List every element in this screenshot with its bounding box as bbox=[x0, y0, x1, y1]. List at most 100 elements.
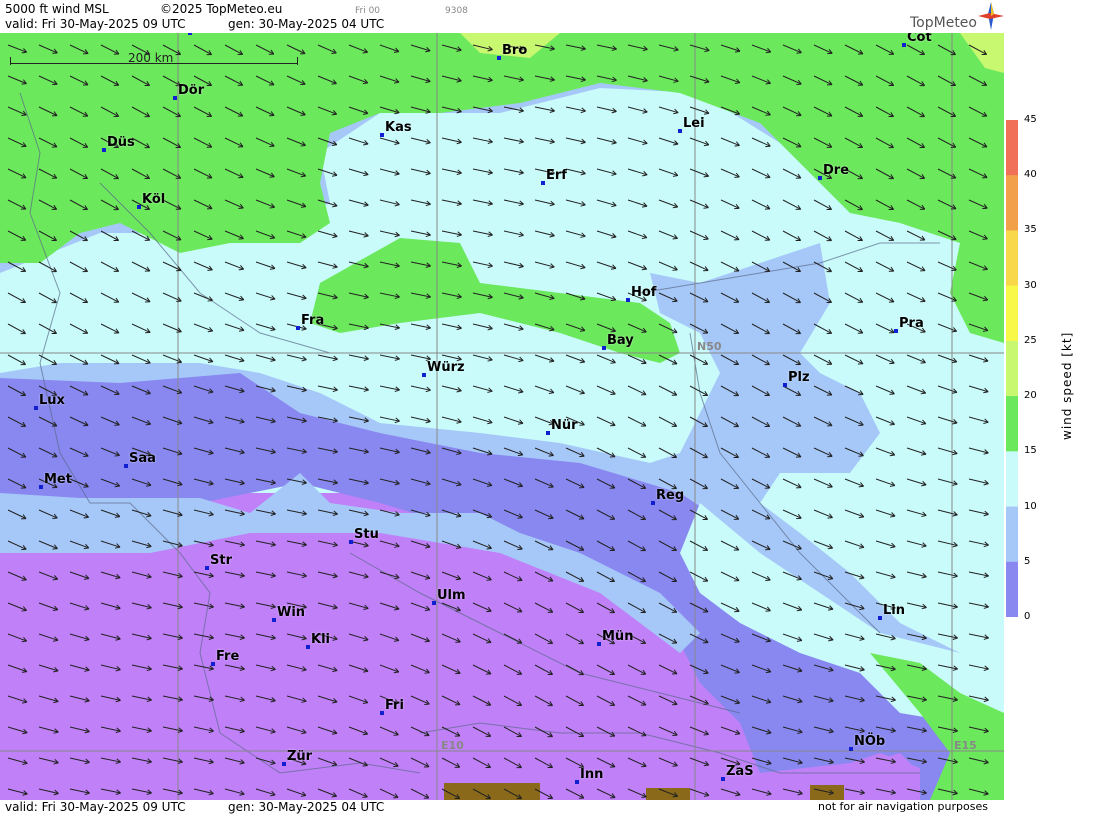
city-marker-fre bbox=[211, 662, 215, 666]
city-marker-pra bbox=[894, 329, 898, 333]
city-marker-fra bbox=[296, 326, 300, 330]
legend-swatch-35 bbox=[1006, 230, 1018, 287]
city-marker-wur bbox=[422, 373, 426, 377]
city-label-zas: ZaS bbox=[726, 764, 754, 779]
city-label-zur: Zür bbox=[287, 749, 313, 764]
city-marker-dre bbox=[818, 176, 822, 180]
city-marker-bro bbox=[497, 56, 501, 60]
city-label-bay: Bay bbox=[607, 333, 634, 348]
city-marker-kas bbox=[380, 133, 384, 137]
valid-time: valid: Fri 30-May-2025 09 UTC bbox=[5, 17, 186, 31]
wind-map[interactable]: 200 km N50 E10 E15 Mün Bro Cot Dör Kas Lei Düs… bbox=[0, 33, 1004, 800]
code-label: 9308 bbox=[445, 6, 468, 16]
legend-tick-10: 10 bbox=[1024, 500, 1037, 512]
city-label-cot: Cot bbox=[907, 33, 932, 45]
city-marker-mun bbox=[597, 642, 601, 646]
city-label-kas: Kas bbox=[385, 120, 412, 135]
wind-field-svg bbox=[0, 33, 1004, 800]
grid-label-n50: N50 bbox=[697, 340, 722, 353]
city-marker-erf bbox=[541, 181, 545, 185]
compass-logo-icon bbox=[978, 2, 1004, 30]
city-label-dus: Düs bbox=[107, 135, 135, 150]
legend-tick-25: 25 bbox=[1024, 334, 1037, 346]
city-marker-lei bbox=[678, 129, 682, 133]
legend-tick-0: 0 bbox=[1024, 611, 1031, 622]
city-marker-stu bbox=[349, 540, 353, 544]
city-label-nur: Nür bbox=[551, 418, 578, 433]
legend-swatch-30 bbox=[1006, 285, 1018, 342]
city-label-hof: Hof bbox=[631, 285, 657, 300]
product-title: 5000 ft wind MSL bbox=[5, 2, 109, 16]
city-marker-bay bbox=[602, 346, 606, 350]
city-label-bro: Bro bbox=[502, 43, 528, 58]
city-marker-dor bbox=[173, 96, 177, 100]
city-label-fre: Fre bbox=[216, 649, 240, 664]
city-label-ulm: Ulm bbox=[437, 588, 466, 603]
city-marker-win bbox=[272, 618, 276, 622]
grid-label-e10: E10 bbox=[441, 739, 464, 752]
legend-swatch-15 bbox=[1006, 451, 1018, 508]
legend-tick-35: 35 bbox=[1024, 224, 1037, 236]
city-label-lin: Lin bbox=[883, 603, 905, 618]
city-marker-kol bbox=[137, 205, 141, 209]
legend-tick-45: 45 bbox=[1024, 114, 1037, 125]
city-marker-nob bbox=[849, 747, 853, 751]
city-marker-kli bbox=[306, 645, 310, 649]
city-label-pra: Pra bbox=[899, 316, 924, 331]
city-marker-dus bbox=[102, 148, 106, 152]
topmeteo-logo: TopMeteo bbox=[910, 15, 977, 31]
city-marker-zas bbox=[721, 777, 725, 781]
city-label-lux: Lux bbox=[39, 393, 65, 408]
scale-bar: 200 km bbox=[10, 51, 298, 65]
city-label-lei: Lei bbox=[683, 116, 705, 131]
city-label-kol: Köl bbox=[142, 192, 166, 207]
footer-disclaimer: not for air navigation purposes bbox=[818, 800, 988, 813]
grid-label-e15: E15 bbox=[954, 739, 977, 752]
legend-swatch-25 bbox=[1006, 340, 1018, 397]
city-marker-hof bbox=[626, 298, 630, 302]
city-label-plz: Plz bbox=[788, 370, 810, 385]
city-marker-ulm bbox=[432, 601, 436, 605]
legend-swatch-10 bbox=[1006, 506, 1018, 563]
city-marker-zur bbox=[282, 762, 286, 766]
legend-tick-30: 30 bbox=[1024, 279, 1037, 291]
city-marker-cot bbox=[902, 43, 906, 47]
city-marker-reg bbox=[651, 501, 655, 505]
city-marker-inn bbox=[575, 780, 579, 784]
city-label-met: Met bbox=[44, 472, 72, 487]
run-label: Fri 00 bbox=[355, 6, 381, 16]
gen-time: gen: 30-May-2025 04 UTC bbox=[228, 17, 385, 31]
city-marker-lux bbox=[34, 406, 38, 410]
city-label-wur: Würz bbox=[427, 360, 465, 375]
city-label-saa: Saa bbox=[129, 451, 156, 466]
wind-speed-legend-bar bbox=[1006, 120, 1018, 617]
legend-swatch-20 bbox=[1006, 396, 1018, 452]
city-label-str: Str bbox=[210, 553, 232, 568]
city-label-dor: Dör bbox=[178, 83, 205, 98]
legend-swatch-40 bbox=[1006, 175, 1018, 231]
city-marker-met bbox=[39, 485, 43, 489]
city-label-reg: Reg bbox=[656, 488, 685, 503]
city-label-mun: Mün bbox=[602, 629, 634, 644]
city-label-nob: NÖb bbox=[854, 734, 886, 749]
legend-title: wind speed [kt] bbox=[1060, 331, 1074, 440]
footer-gen-time: gen: 30-May-2025 04 UTC bbox=[228, 800, 385, 814]
legend-swatch-5 bbox=[1006, 561, 1018, 617]
city-label-stu: Stu bbox=[354, 527, 379, 542]
city-label-fri: Fri bbox=[385, 698, 404, 713]
scale-bar-label: 200 km bbox=[128, 51, 174, 65]
city-marker-fri bbox=[380, 711, 384, 715]
legend-swatch-45 bbox=[1006, 120, 1018, 176]
copyright: ©2025 TopMeteo.eu bbox=[160, 2, 283, 16]
city-label-kli: Kli bbox=[311, 632, 330, 647]
city-label-dre: Dre bbox=[823, 163, 850, 178]
footer-valid-time: valid: Fri 30-May-2025 09 UTC bbox=[5, 800, 186, 814]
city-marker-str bbox=[205, 566, 209, 570]
city-marker-plz bbox=[783, 383, 787, 387]
legend-tick-20: 20 bbox=[1024, 390, 1037, 402]
city-marker-mun-top bbox=[188, 33, 192, 35]
city-marker-lin bbox=[878, 616, 882, 620]
legend-tick-40: 40 bbox=[1024, 169, 1037, 181]
city-label-fra: Fra bbox=[301, 313, 325, 328]
city-label-inn: Inn bbox=[580, 767, 604, 782]
